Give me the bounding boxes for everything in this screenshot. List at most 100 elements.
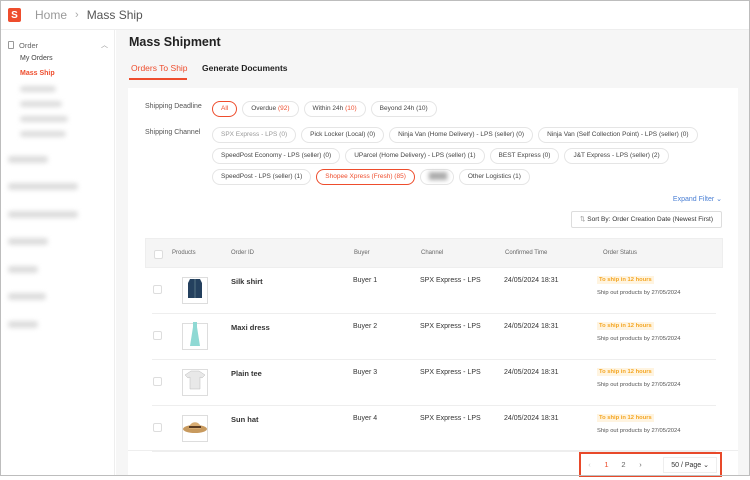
blurred-sidebar-item	[20, 116, 68, 122]
blurred-sidebar-section	[8, 211, 78, 218]
blurred-sidebar-item	[20, 101, 62, 107]
channel-pill-blurred[interactable]: ████	[419, 169, 454, 185]
clipboard-icon	[8, 41, 14, 49]
expand-filter-label: Expand Filter	[672, 196, 715, 203]
product-image-icon	[184, 370, 206, 395]
blurred-sidebar-section	[8, 321, 38, 328]
product-thumbnail	[182, 322, 208, 351]
channel-pill[interactable]: UParcel (Home Delivery) - LPS (seller) (…	[345, 148, 485, 164]
pill-label: Within 24h	[312, 105, 344, 112]
breadcrumb-home[interactable]: Home	[35, 8, 67, 22]
table-row[interactable]: Plain tee Buyer 3 SPX Express - LPS 24/0…	[152, 360, 716, 406]
pill-count: (10)	[345, 105, 357, 112]
pill-label: All	[221, 105, 229, 112]
sort-label: Sort By: Order Creation Date (Newest Fir…	[587, 216, 713, 223]
table-row[interactable]: Silk shirt Buyer 1 SPX Express - LPS 24/…	[152, 268, 716, 314]
channel-pill[interactable]: Ninja Van (Self Collection Point) - LPS …	[538, 127, 698, 143]
channel-pill[interactable]: Ninja Van (Home Delivery) - LPS (seller)…	[389, 127, 534, 143]
ship-by-date: Ship out products by 27/05/2024	[597, 290, 681, 296]
col-order-id: Order ID	[231, 250, 255, 256]
col-confirmed-time: Confirmed Time	[505, 250, 548, 256]
row-checkbox[interactable]	[153, 331, 162, 340]
shopee-logo-icon[interactable]: S	[8, 7, 21, 22]
shipping-deadline-label: Shipping Deadline	[145, 103, 202, 110]
buyer-name: Buyer 1	[353, 277, 378, 284]
channel-filter-row: SPX Express - LPS (0) Pick Locker (Local…	[212, 127, 698, 143]
sort-icon: ⇅	[580, 216, 586, 223]
select-all-checkbox[interactable]	[154, 250, 163, 259]
product-name: Sun hat	[231, 415, 259, 424]
row-checkbox[interactable]	[153, 423, 162, 432]
status-badge: To ship in 12 hours	[597, 322, 654, 330]
channel-name: SPX Express - LPS	[420, 415, 481, 422]
blurred-sidebar-section	[8, 266, 38, 273]
tab-generate-documents[interactable]: Generate Documents	[202, 63, 288, 73]
col-products: Products	[172, 250, 196, 256]
buyer-name: Buyer 2	[353, 323, 378, 330]
blurred-sidebar-item	[20, 131, 66, 137]
product-thumbnail	[182, 415, 208, 442]
top-header: S Home › Mass Ship	[0, 0, 750, 30]
channel-name: SPX Express - LPS	[420, 323, 481, 330]
blurred-sidebar-item	[20, 86, 56, 92]
row-checkbox[interactable]	[153, 377, 162, 386]
pill-count: (92)	[277, 105, 290, 112]
table-header: Products Order ID Buyer Channel Confirme…	[145, 238, 723, 268]
breadcrumb-separator-icon: ›	[75, 8, 79, 21]
chevron-up-icon: ︿	[101, 42, 108, 49]
channel-pill-selected[interactable]: Shopee Xpress (Fresh) (85)	[316, 169, 415, 185]
channel-pill[interactable]: BEST Express (0)	[489, 148, 560, 164]
buyer-name: Buyer 4	[353, 415, 378, 422]
sidebar-section-order[interactable]: Order ︿	[8, 40, 108, 50]
col-channel: Channel	[421, 250, 444, 256]
blurred-sidebar-section	[8, 238, 48, 245]
col-order-status: Order Status	[603, 250, 638, 256]
status-badge: To ship in 12 hours	[597, 414, 654, 422]
channel-pill[interactable]: SpeedPost - LPS (seller) (1)	[212, 169, 312, 185]
expand-filter-link[interactable]: Expand Filter ⌄	[673, 195, 722, 203]
deadline-within-24h[interactable]: Within 24h (10)	[303, 101, 366, 117]
deadline-overdue[interactable]: Overdue (92)	[242, 101, 299, 117]
table-row[interactable]: Sun hat Buyer 4 SPX Express - LPS 24/05/…	[152, 406, 716, 452]
product-image-icon	[183, 418, 207, 439]
sidebar-section-label: Order	[19, 40, 39, 50]
page-title: Mass Shipment	[129, 35, 221, 49]
pill-label: Beyond 24h (10)	[379, 105, 428, 112]
confirmed-time: 24/05/2024 18:31	[504, 323, 559, 330]
channel-pill[interactable]: Other Logistics (1)	[458, 169, 530, 185]
ship-by-date: Ship out products by 27/05/2024	[597, 428, 681, 434]
row-checkbox[interactable]	[153, 285, 162, 294]
deadline-beyond-24h[interactable]: Beyond 24h (10)	[370, 101, 437, 117]
page-1-button[interactable]: 1	[598, 460, 615, 469]
channel-pill[interactable]: SpeedPost Economy - LPS (seller) (0)	[212, 148, 341, 164]
shipping-channel-label: Shipping Channel	[145, 129, 201, 136]
next-page-button[interactable]: ›	[632, 460, 649, 469]
product-name: Maxi dress	[231, 323, 270, 332]
product-thumbnail	[182, 277, 208, 304]
product-name: Plain tee	[231, 369, 262, 378]
pill-label: Overdue	[251, 105, 277, 112]
tab-orders-to-ship[interactable]: Orders To Ship	[131, 63, 188, 73]
sidebar-item-my-orders[interactable]: My Orders	[20, 55, 53, 62]
table-row[interactable]: Maxi dress Buyer 2 SPX Express - LPS 24/…	[152, 314, 716, 360]
confirmed-time: 24/05/2024 18:31	[504, 415, 559, 422]
page-2-button[interactable]: 2	[615, 460, 632, 469]
channel-pill[interactable]: J&T Express - LPS (seller) (2)	[564, 148, 669, 164]
sidebar-item-mass-ship[interactable]: Mass Ship	[20, 70, 55, 77]
blurred-sidebar-section	[8, 183, 78, 190]
product-image-icon	[187, 277, 203, 304]
main-content: Mass Shipment Orders To Ship Generate Do…	[116, 30, 749, 480]
ship-by-date: Ship out products by 27/05/2024	[597, 382, 681, 388]
deadline-all[interactable]: All	[212, 101, 238, 117]
sort-button[interactable]: ⇅ Sort By: Order Creation Date (Newest F…	[571, 211, 722, 228]
sidebar: Order ︿ My Orders Mass Ship	[0, 30, 115, 476]
page-size-select[interactable]: 50 / Page ⌄	[663, 456, 717, 473]
product-image-icon	[190, 322, 200, 351]
channel-name: SPX Express - LPS	[420, 369, 481, 376]
channel-pill[interactable]: Pick Locker (Local) (0)	[301, 127, 385, 143]
status-badge: To ship in 12 hours	[597, 368, 654, 376]
channel-pill[interactable]: SPX Express - LPS (0)	[212, 127, 297, 143]
page-size-label: 50 / Page	[671, 461, 702, 469]
prev-page-button[interactable]: ‹	[581, 460, 598, 469]
buyer-name: Buyer 3	[353, 369, 378, 376]
